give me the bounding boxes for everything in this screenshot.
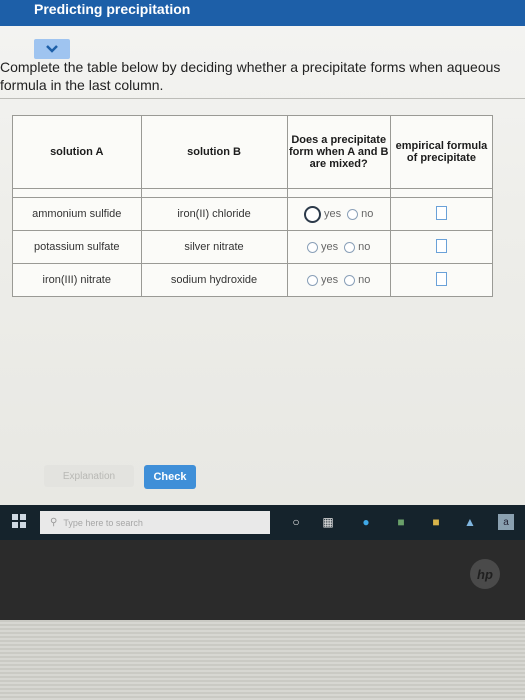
no-radio[interactable]: no	[344, 241, 370, 253]
store-icon[interactable]: ■	[393, 514, 409, 530]
no-radio[interactable]: no	[344, 274, 370, 286]
solution-b-cell: iron(II) chloride	[140, 197, 288, 231]
task-view-icon[interactable]: ▦	[320, 514, 336, 530]
formula-input[interactable]	[435, 238, 447, 253]
laptop-deck	[0, 620, 525, 700]
app-icon[interactable]: a	[498, 514, 514, 530]
divider	[0, 98, 525, 99]
precipitate-choice-cell: yes no	[286, 197, 391, 231]
radio-circle-icon	[307, 241, 319, 253]
precipitate-choice-cell: yes no	[286, 230, 391, 264]
taskbar: ⚲ Type here to search ○ ▦ ● ■ ■ ▲ a	[0, 505, 525, 540]
edge-browser-icon[interactable]: ●	[358, 514, 374, 530]
taskbar-search-input[interactable]: ⚲ Type here to search	[40, 511, 270, 534]
no-label: no	[358, 241, 371, 253]
hp-logo-icon: hp	[470, 559, 500, 589]
radio-circle-icon	[344, 274, 356, 286]
no-radio[interactable]: no	[347, 208, 373, 220]
table-row: potassium sulfate silver nitrate yes no	[12, 230, 494, 264]
precipitation-table: solution A solution B Does a precipitate…	[12, 115, 494, 297]
header-precipitate-question: Does a precipitate form when A and B are…	[286, 115, 391, 189]
mail-icon[interactable]: ▲	[462, 514, 478, 530]
yes-label: yes	[324, 208, 342, 220]
formula-input[interactable]	[435, 205, 447, 220]
instructions-line-2: formula in the last column.	[0, 77, 164, 93]
yes-radio[interactable]: yes	[307, 274, 338, 286]
collapse-button[interactable]	[34, 39, 70, 59]
yes-radio[interactable]: yes	[304, 205, 342, 223]
solution-b-cell: silver nitrate	[140, 230, 288, 264]
file-explorer-icon[interactable]: ■	[428, 514, 444, 530]
header-solution-b: solution B	[140, 115, 288, 189]
instructions: Complete the table below by deciding whe…	[0, 58, 525, 94]
header-empirical-formula: empirical formula of precipitate	[389, 115, 494, 189]
solution-a-cell: potassium sulfate	[12, 230, 142, 264]
yes-label: yes	[321, 241, 339, 253]
no-label: no	[361, 208, 374, 220]
chevron-down-icon	[46, 45, 58, 53]
table-spacer	[12, 188, 494, 198]
solution-a-cell: iron(III) nitrate	[12, 263, 142, 297]
table-row: ammonium sulfide iron(II) chloride yes n…	[12, 197, 494, 231]
solution-b-cell: sodium hydroxide	[140, 263, 288, 297]
explanation-button[interactable]: Explanation	[44, 465, 134, 487]
page-title: Predicting precipitation	[34, 1, 191, 17]
formula-input[interactable]	[435, 271, 447, 286]
table-row: iron(III) nitrate sodium hydroxide yes n…	[12, 263, 494, 297]
no-label: no	[358, 274, 371, 286]
formula-cell	[389, 263, 494, 297]
radio-circle-icon	[344, 241, 356, 253]
formula-cell	[389, 230, 494, 264]
yes-label: yes	[321, 274, 339, 286]
radio-circle-icon	[304, 205, 322, 223]
solution-a-cell: ammonium sulfide	[12, 197, 142, 231]
instructions-line-1: Complete the table below by deciding whe…	[0, 59, 501, 75]
search-icon: ⚲	[50, 517, 58, 528]
precipitate-choice-cell: yes no	[286, 263, 391, 297]
windows-start-icon[interactable]	[12, 514, 26, 528]
check-button[interactable]: Check	[144, 465, 196, 489]
yes-radio[interactable]: yes	[307, 241, 338, 253]
radio-circle-icon	[347, 208, 359, 220]
laptop-bezel	[0, 540, 525, 620]
title-bar: Predicting precipitation	[0, 0, 525, 26]
header-solution-a: solution A	[12, 115, 142, 189]
search-placeholder: Type here to search	[63, 517, 143, 528]
formula-cell	[389, 197, 494, 231]
table-header-row: solution A solution B Does a precipitate…	[12, 115, 494, 189]
screen: Predicting precipitation Complete the ta…	[0, 0, 525, 540]
cortana-icon[interactable]: ○	[288, 514, 304, 530]
radio-circle-icon	[307, 274, 319, 286]
